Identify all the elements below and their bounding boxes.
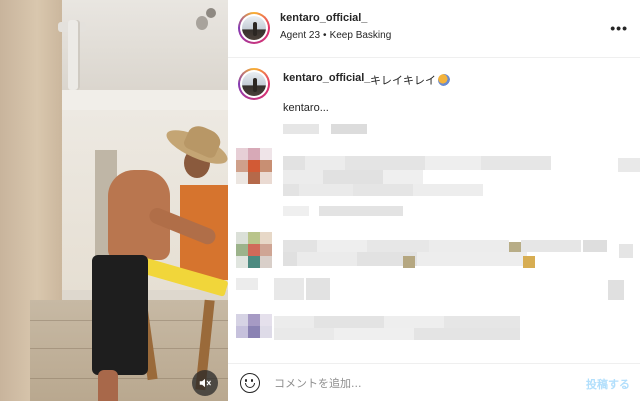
media-ceiling bbox=[62, 0, 228, 95]
comment-input[interactable] bbox=[274, 374, 574, 392]
post-header: kentaro_official_ Agent 23 • Keep Basking … bbox=[228, 0, 640, 58]
blurred-comment bbox=[283, 240, 638, 272]
blurred-meta bbox=[283, 206, 403, 216]
caption-more-text: kentaro... bbox=[283, 102, 329, 114]
media-pipe bbox=[68, 20, 80, 90]
blurred-avatar bbox=[236, 148, 272, 184]
media-fixture bbox=[196, 16, 208, 30]
blurred-comment bbox=[274, 316, 524, 340]
post-comment-button[interactable]: 投稿する bbox=[586, 376, 630, 392]
audio-info[interactable]: Agent 23 • Keep Basking bbox=[280, 30, 391, 41]
media-shorts bbox=[92, 255, 148, 375]
comment-composer: 投稿する bbox=[228, 363, 640, 401]
audio-artist[interactable]: Agent 23 bbox=[280, 30, 320, 41]
username-link[interactable]: kentaro_official_ bbox=[280, 12, 367, 24]
smiley-icon[interactable] bbox=[240, 373, 260, 393]
caption-text-content: キレイキレイ bbox=[370, 75, 436, 87]
speaker-muted-icon bbox=[199, 378, 211, 388]
media-fixture bbox=[206, 8, 216, 18]
mute-button[interactable] bbox=[192, 370, 218, 396]
blurred-meta bbox=[283, 124, 367, 134]
media-beam bbox=[62, 90, 228, 110]
caption-text: キレイキレイ bbox=[370, 72, 450, 88]
post-sidebar: kentaro_official_ Agent 23 • Keep Basking … bbox=[228, 0, 640, 401]
audio-title[interactable]: Keep Basking bbox=[330, 30, 392, 41]
avatar[interactable] bbox=[238, 12, 270, 44]
blurred-avatar bbox=[236, 314, 272, 338]
more-options-button[interactable]: ••• bbox=[610, 20, 628, 36]
separator: • bbox=[323, 30, 327, 41]
blurred-avatar bbox=[236, 232, 272, 268]
comments-list bbox=[228, 140, 640, 360]
blurred-comment bbox=[283, 156, 640, 196]
surf-emoji-icon bbox=[438, 74, 450, 86]
caption-username[interactable]: kentaro_official_ bbox=[283, 72, 370, 84]
media-leg bbox=[98, 370, 118, 401]
blurred-meta bbox=[236, 278, 636, 302]
avatar[interactable] bbox=[238, 68, 270, 100]
post-media[interactable] bbox=[0, 0, 228, 401]
